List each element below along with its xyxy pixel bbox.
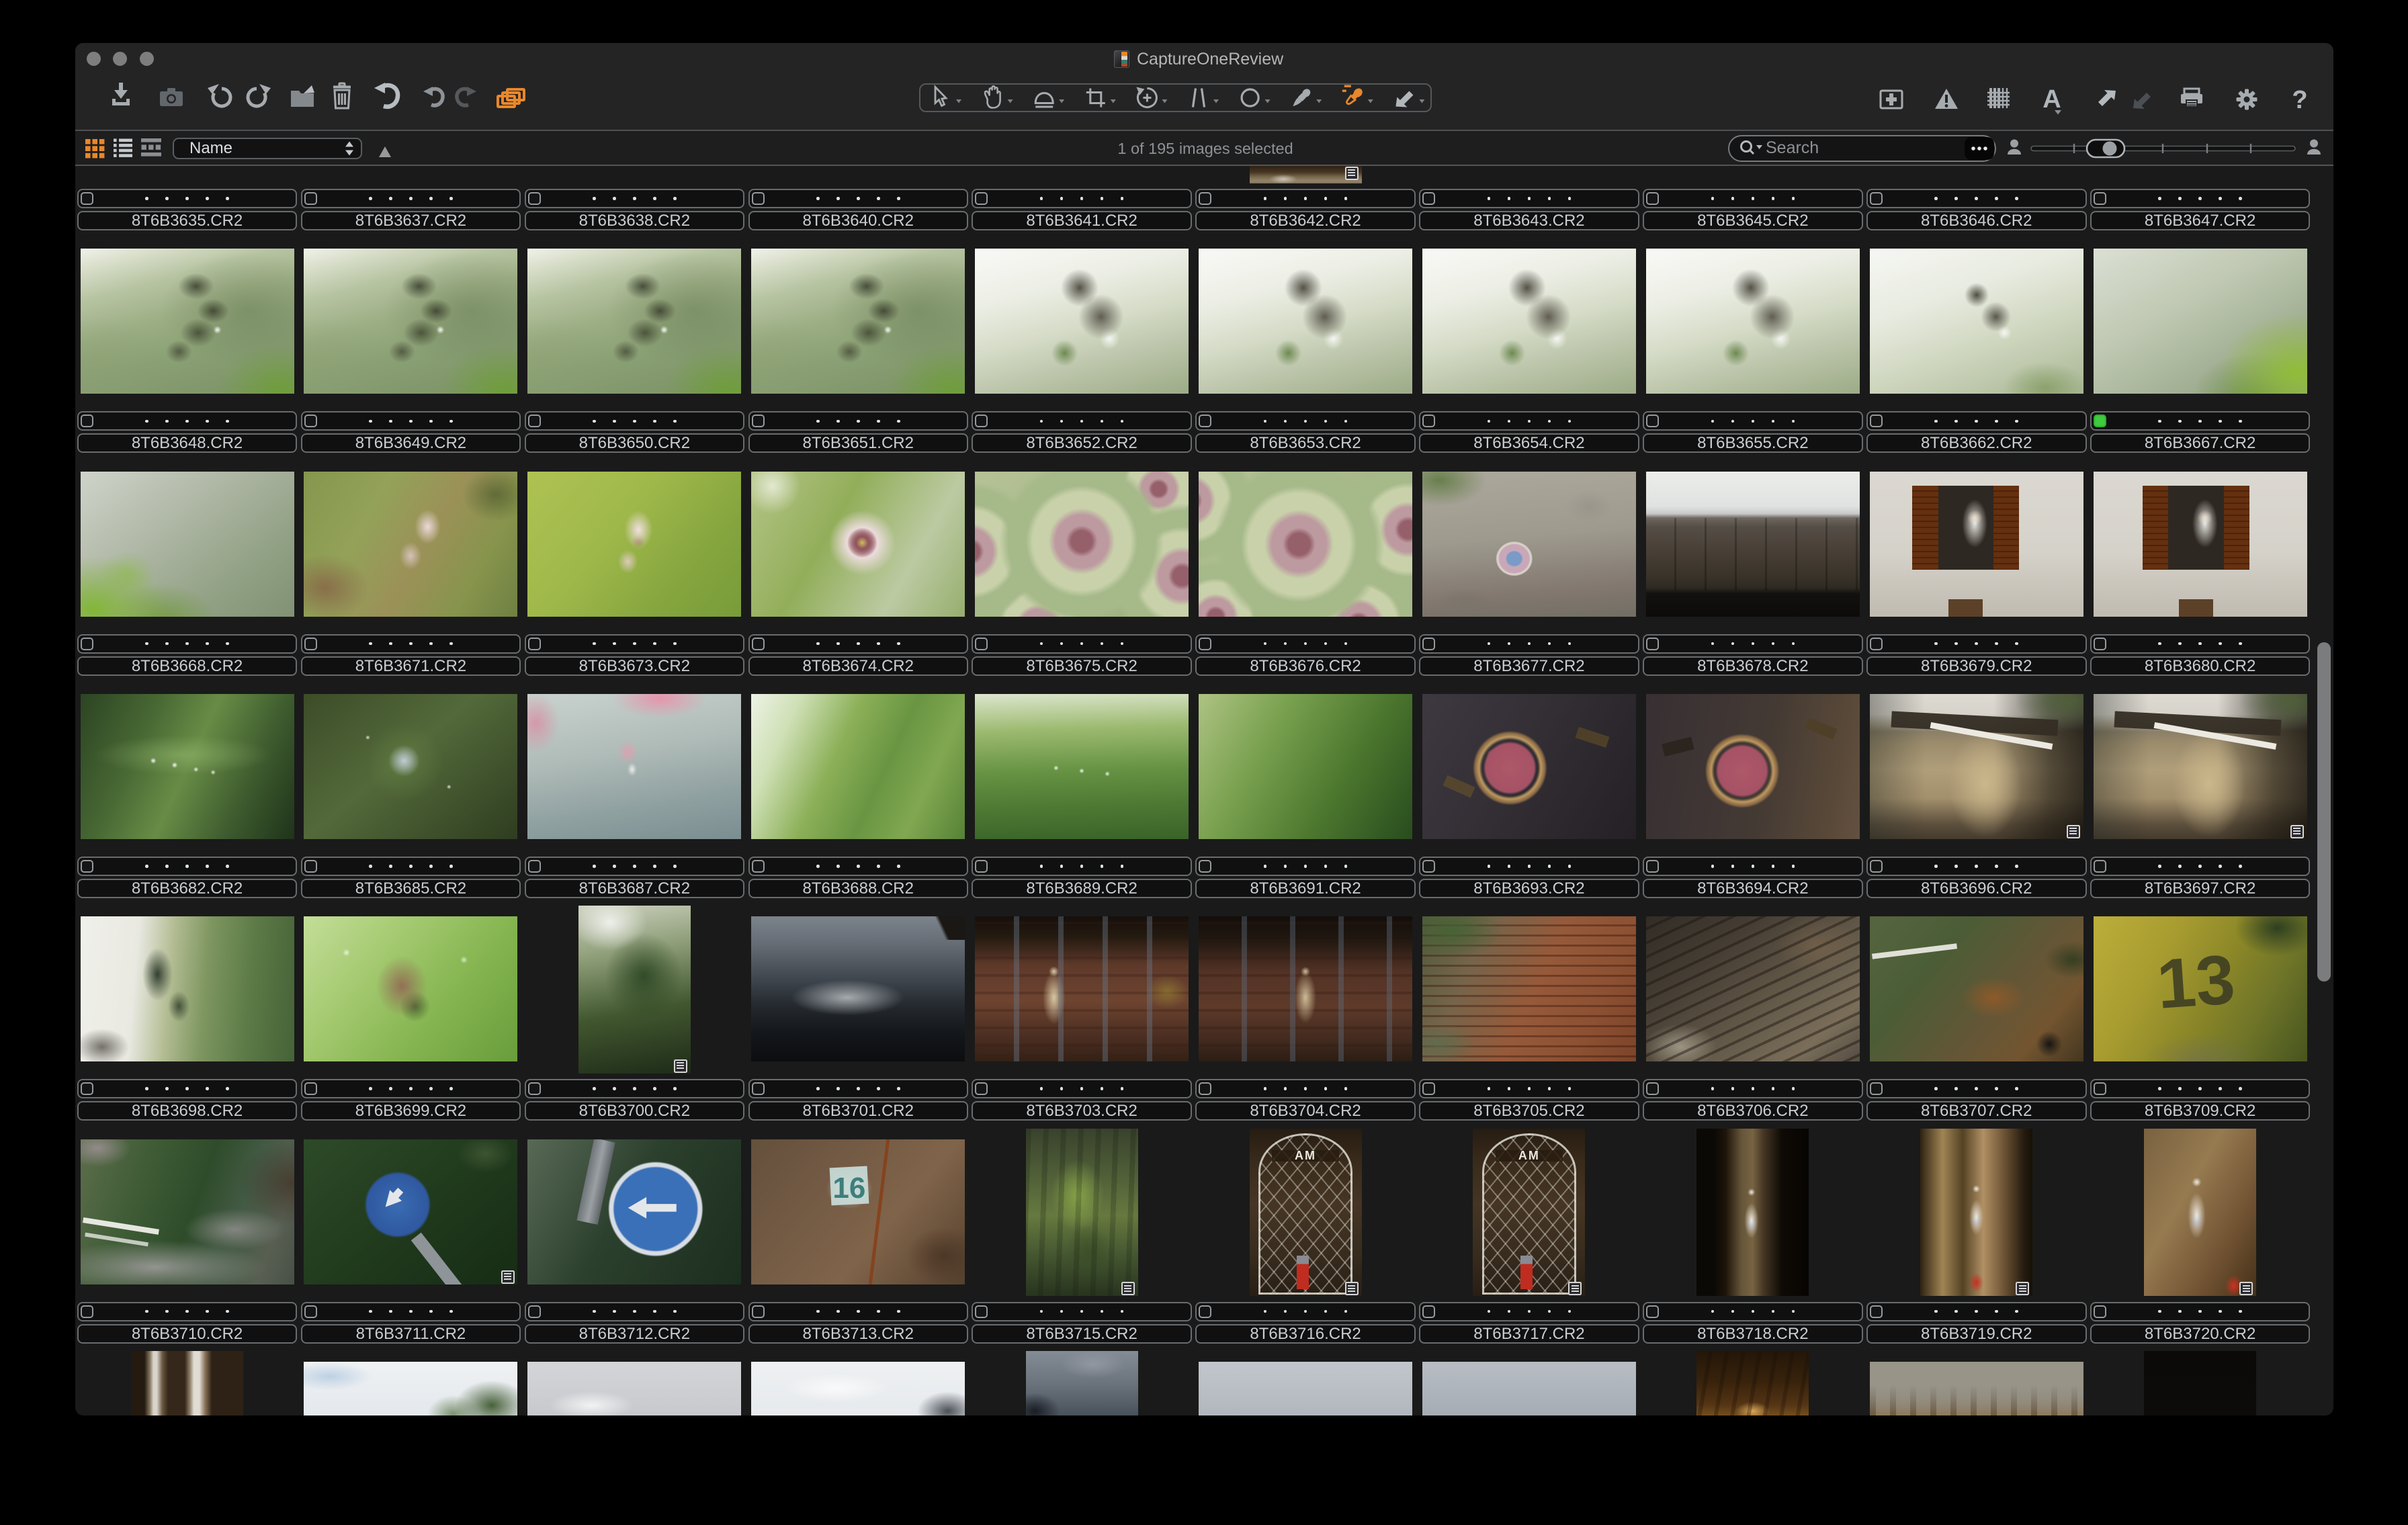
- svg-text:A: A: [2042, 85, 2061, 114]
- svg-text:1 of 195 images selected: 1 of 195 images selected: [1117, 140, 1293, 157]
- svg-text:Search: Search: [1766, 138, 1819, 157]
- svg-text:Name: Name: [189, 139, 232, 157]
- svg-text:?: ?: [2292, 86, 2307, 114]
